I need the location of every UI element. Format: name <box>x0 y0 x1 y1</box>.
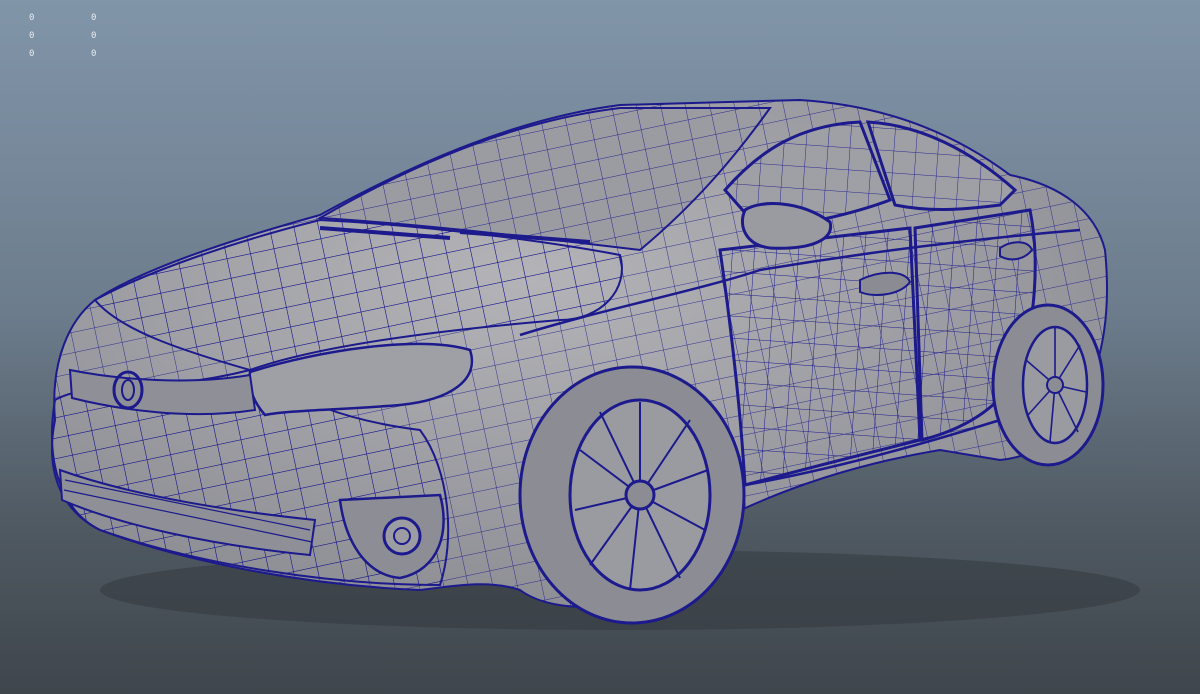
rear-wheel[interactable] <box>991 303 1105 467</box>
fog-light-icon <box>382 516 422 556</box>
3d-viewport[interactable]: 0 0 0 0 0 0 <box>0 0 1200 694</box>
front-wheel[interactable] <box>518 365 746 625</box>
front-door[interactable] <box>718 226 922 487</box>
car-wireframe-model[interactable] <box>0 0 1200 694</box>
